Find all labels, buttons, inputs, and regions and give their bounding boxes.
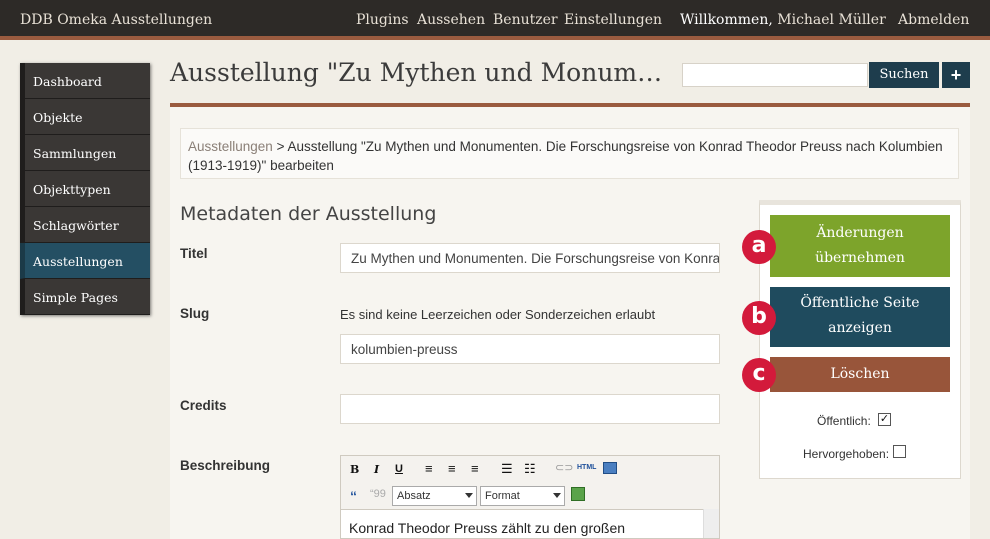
format-select-value: Format [485,490,520,502]
search-input[interactable] [682,63,868,87]
sidebar-item-dashboard[interactable]: Dashboard [20,63,150,99]
paragraph-select[interactable]: Absatz [392,486,477,506]
editor-scrollbar[interactable] [703,509,719,538]
align-left-icon[interactable]: ≡ [425,461,433,476]
description-label: Beschreibung [180,458,271,473]
advanced-search-button[interactable]: + [942,62,970,88]
numbered-list-icon[interactable]: ☷ [524,461,536,477]
nav-aussehen[interactable]: Aussehen [417,12,485,28]
html-button[interactable]: HTML [577,464,596,471]
chevron-down-icon [553,493,561,498]
italic-icon[interactable]: I [374,463,379,476]
featured-checkbox[interactable] [893,445,906,458]
site-brand-link[interactable]: DDB Omeka Ausstellungen [20,12,212,28]
slug-hint: Es sind keine Leerzeichen oder Sonderzei… [340,307,656,322]
sidebar-item-sammlungen[interactable]: Sammlungen [20,135,150,171]
nav-einstellungen[interactable]: Einstellungen [564,12,662,28]
breadcrumb-current: > Ausstellung "Zu Mythen und Monumenten.… [188,139,943,173]
slug-label: Slug [180,306,210,321]
sidebar-nav: Dashboard Objekte Sammlungen Objekttypen… [20,63,150,315]
underline-icon[interactable]: U [395,463,403,475]
chevron-down-icon [465,493,473,498]
logout-link[interactable]: Abmelden [898,12,969,28]
credits-field[interactable] [340,394,720,424]
public-checkbox[interactable]: ✓ [878,413,891,426]
bullet-list-icon[interactable]: ☰ [501,461,513,477]
top-bar: DDB Omeka Ausstellungen Plugins Aussehen… [0,0,990,40]
sidebar-item-objekte[interactable]: Objekte [20,99,150,135]
annotation-badge-c: c [742,358,776,392]
fullscreen-icon[interactable] [603,462,617,474]
bold-icon[interactable]: B [350,463,359,476]
public-label: Öffentlich: [817,414,871,428]
title-label: Titel [180,246,208,261]
align-center-icon[interactable]: ≡ [448,461,456,476]
nav-plugins[interactable]: Plugins [356,12,409,28]
blockquote-icon[interactable]: “ [350,488,357,504]
delete-button[interactable]: Löschen [770,357,950,392]
cite-icon[interactable]: “99 [370,488,386,500]
sidebar-item-ausstellungen[interactable]: Ausstellungen [20,243,150,279]
format-select[interactable]: Format [480,486,565,506]
sidebar-item-simple-pages[interactable]: Simple Pages [20,279,150,315]
sidebar-item-schlagwoerter[interactable]: Schlagwörter [20,207,150,243]
breadcrumb: Ausstellungen > Ausstellung "Zu Mythen u… [180,128,959,179]
featured-label: Hervorgehoben: [803,447,890,461]
paragraph-select-value: Absatz [397,490,431,502]
page-title: Ausstellung "Zu Mythen und Monum… [170,58,663,87]
save-changes-button[interactable]: Änderungen übernehmen [770,215,950,277]
editor-content[interactable]: Konrad Theodor Preuss zählt zu den große… [341,509,719,538]
user-link[interactable]: Michael Müller [777,12,886,28]
view-public-page-button[interactable]: Öffentliche Seite anzeigen [770,287,950,347]
slug-field[interactable]: kolumbien-preuss [340,334,720,364]
credits-label: Credits [180,398,227,413]
search-button[interactable]: Suchen [869,62,939,88]
description-editor: B I U ≡ ≡ ≡ ☰ ☷ ⊂⊃ HTML “ “99 Absatz For… [340,455,720,539]
section-title: Metadaten der Ausstellung [180,203,437,225]
breadcrumb-link-ausstellungen[interactable]: Ausstellungen [188,139,273,154]
welcome-text: Willkommen, Michael Müller [680,12,886,28]
title-field[interactable]: Zu Mythen und Monumenten. Die Forschungs… [340,243,720,273]
align-right-icon[interactable]: ≡ [471,461,479,476]
annotation-badge-a: a [742,230,776,264]
nav-benutzer[interactable]: Benutzer [493,12,558,28]
welcome-label: Willkommen, [680,12,773,28]
image-icon[interactable] [571,487,585,501]
sidebar-item-objekttypen[interactable]: Objekttypen [20,171,150,207]
link-icon[interactable]: ⊂⊃ [555,461,573,474]
annotation-badge-b: b [742,301,776,335]
